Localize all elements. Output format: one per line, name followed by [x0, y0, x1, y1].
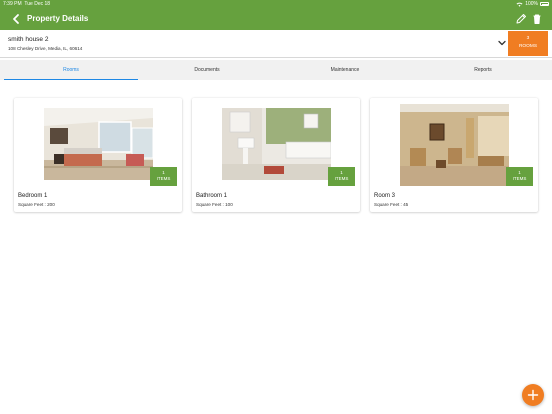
wifi-icon [516, 2, 523, 7]
room-name: Bathroom 1 [196, 193, 228, 199]
chevron-down-icon[interactable] [497, 39, 507, 47]
status-bar: 7:39 PM Tue Dec 18 100% [0, 0, 552, 8]
status-time: 7:39 PM Tue Dec 18 [3, 1, 51, 7]
items-label: ITEMS [334, 175, 349, 181]
room-photo [44, 108, 153, 180]
room-photo [222, 108, 331, 180]
property-address: 108 Chesley Drive, Media, IL, 60614 [8, 46, 83, 51]
items-badge: 1 ITEMS [328, 167, 355, 186]
room-square-feet: Square Feet : 45 [374, 202, 409, 207]
rooms-count-button[interactable]: 3 ROOMS [508, 31, 548, 56]
property-selector[interactable]: smith house 2 108 Chesley Drive, Media, … [0, 30, 552, 58]
rooms-count: 3 [526, 36, 530, 41]
tab-documents[interactable]: Documents [138, 60, 276, 80]
room-name: Bedroom 1 [18, 193, 48, 199]
room-card-bedroom-1[interactable]: 1 ITEMS Bedroom 1 Square Feet : 200 [14, 98, 182, 212]
plus-icon [527, 389, 539, 401]
tab-maintenance[interactable]: Maintenance [276, 60, 414, 80]
room-card-bathroom-1[interactable]: 1 ITEMS Bathroom 1 Square Feet : 100 [192, 98, 360, 212]
items-badge: 1 ITEMS [506, 167, 533, 186]
status-right: 100% [516, 0, 549, 8]
tab-bar: Rooms Documents Maintenance Reports [0, 60, 552, 80]
room-photo [400, 104, 509, 186]
add-room-button[interactable] [522, 384, 544, 406]
rooms-label: ROOMS [518, 44, 538, 49]
page-title: Property Details [27, 14, 89, 23]
pencil-icon[interactable] [514, 12, 528, 26]
room-square-feet: Square Feet : 100 [196, 202, 233, 207]
room-square-feet: Square Feet : 200 [18, 202, 55, 207]
battery-percent: 100% [525, 1, 538, 7]
tab-rooms[interactable]: Rooms [4, 60, 138, 80]
room-card-room-3[interactable]: 1 ITEMS Room 3 Square Feet : 45 [370, 98, 538, 212]
trash-icon[interactable] [530, 12, 544, 26]
tab-reports[interactable]: Reports [414, 60, 552, 80]
items-label: ITEMS [156, 175, 171, 181]
items-badge: 1 ITEMS [150, 167, 177, 186]
room-name: Room 3 [374, 193, 396, 199]
app: 7:39 PM Tue Dec 18 100% Property Details… [0, 0, 552, 414]
header: Property Details [0, 8, 552, 30]
chevron-left-icon[interactable] [9, 12, 23, 26]
property-name: smith house 2 [8, 36, 49, 43]
top-bar: 7:39 PM Tue Dec 18 100% Property Details [0, 0, 552, 30]
items-label: ITEMS [512, 175, 527, 181]
battery-icon [540, 2, 549, 6]
